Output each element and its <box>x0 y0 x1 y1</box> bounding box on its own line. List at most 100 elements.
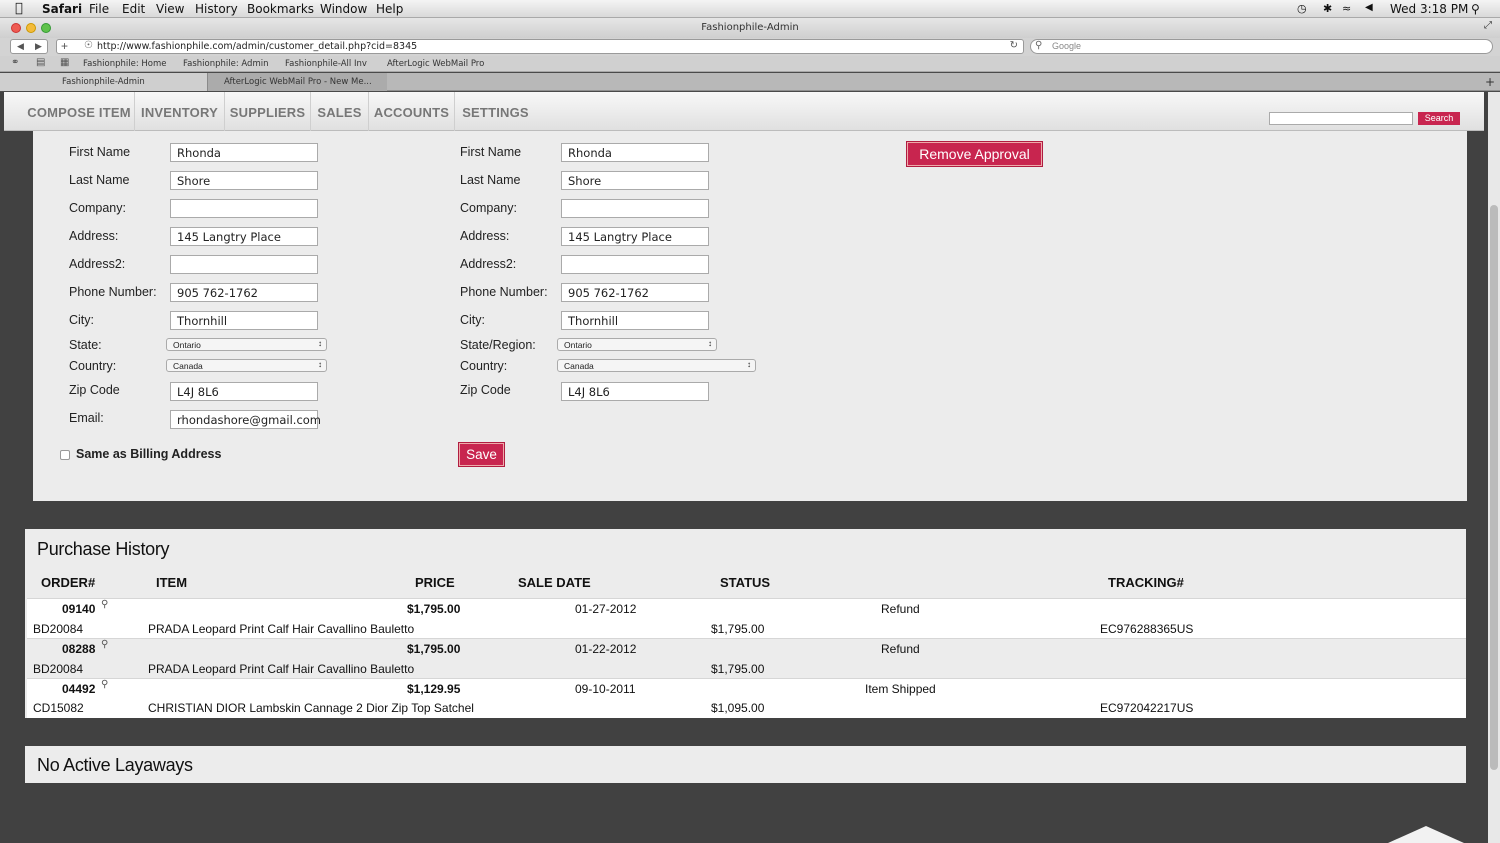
menubar-clock[interactable]: Wed 3:18 PM <box>1390 2 1468 16</box>
billing-address2-input[interactable] <box>170 255 318 274</box>
globe-icon: ☉ <box>84 40 93 51</box>
scroll-top-arrow-icon[interactable] <box>1388 826 1464 843</box>
shipping-last-name-input[interactable]: Shore <box>561 171 709 190</box>
menu-file[interactable]: File <box>89 2 109 16</box>
col-header-sale-date: SALE DATE <box>518 575 591 590</box>
menu-window[interactable]: Window <box>320 2 367 16</box>
shipping-phone-input[interactable]: 905 762-1762 <box>561 283 709 302</box>
billing-state-value: Ontario <box>173 340 201 350</box>
sale-date: 01-22-2012 <box>575 642 637 656</box>
item-name: PRADA Leopard Print Calf Hair Cavallino … <box>148 622 415 636</box>
back-icon[interactable]: ◀ <box>17 41 24 52</box>
shipping-country-select[interactable]: Canada ↕ <box>557 359 756 372</box>
remove-approval-button[interactable]: Remove Approval <box>907 142 1042 166</box>
shipping-city-input[interactable]: Thornhill <box>561 311 709 330</box>
order-number[interactable]: 09140 <box>62 602 95 616</box>
shipping-phone-label: Phone Number: <box>460 285 548 299</box>
nav-inventory[interactable]: INVENTORY <box>135 92 225 131</box>
menu-history[interactable]: History <box>195 2 238 16</box>
new-tab-icon[interactable]: + <box>1485 75 1495 89</box>
wifi-icon[interactable]: ≈ <box>1342 2 1351 15</box>
save-button[interactable]: Save <box>459 443 504 466</box>
shipping-address2-input[interactable] <box>561 255 709 274</box>
forward-icon[interactable]: ▶ <box>35 41 42 52</box>
order-price: $1,129.95 <box>407 682 461 696</box>
billing-company-input[interactable] <box>170 199 318 218</box>
reading-list-icon[interactable]: ⚭ <box>11 57 19 68</box>
tracking-number[interactable]: EC976288365US <box>1100 622 1193 636</box>
tab-fashionphile-admin[interactable]: Fashionphile-Admin <box>0 73 207 91</box>
fullscreen-icon[interactable]: ⤢ <box>1484 20 1492 31</box>
menu-view[interactable]: View <box>156 2 184 16</box>
select-arrows-icon: ↕ <box>747 360 751 369</box>
billing-city-label: City: <box>69 313 94 327</box>
url-text[interactable]: http://www.fashionphile.com/admin/custom… <box>97 41 417 52</box>
same-as-billing-checkbox[interactable] <box>60 450 70 460</box>
bookmarks-bar: ⚭ ▤ ▦ Fashionphile: Home Fashionphile: A… <box>0 56 1500 72</box>
item-amount: $1,795.00 <box>711 662 765 676</box>
billing-country-label: Country: <box>69 359 117 373</box>
order-number[interactable]: 08288 <box>62 642 95 656</box>
nav-compose-item[interactable]: COMPOSE ITEM <box>24 92 135 131</box>
select-arrows-icon: ↕ <box>708 339 712 348</box>
tab-afterlogic-webmail[interactable]: AfterLogic WebMail Pro - New Me... <box>207 73 387 91</box>
bookmark-item[interactable]: Fashionphile: Admin <box>183 59 268 69</box>
magnifier-icon[interactable]: ⚲ <box>101 679 108 690</box>
billing-state-select[interactable]: Ontario ↕ <box>166 338 327 351</box>
time-machine-icon[interactable]: ◷ <box>1297 2 1307 15</box>
order-number[interactable]: 04492 <box>62 682 95 696</box>
nav-sales[interactable]: SALES <box>311 92 369 131</box>
shipping-first-name-input[interactable]: Rhonda <box>561 143 709 162</box>
reload-icon[interactable]: ↻ <box>1010 40 1018 51</box>
nav-accounts[interactable]: ACCOUNTS <box>369 92 455 131</box>
admin-search-button[interactable]: Search <box>1418 112 1460 125</box>
magnifier-icon[interactable]: ⚲ <box>101 599 108 610</box>
bookmarks-book-icon[interactable]: ▤ <box>36 57 45 68</box>
tab-bar: Fashionphile-Admin AfterLogic WebMail Pr… <box>0 73 1500 91</box>
bookmark-item[interactable]: Fashionphile-All Inv <box>285 59 367 69</box>
billing-country-select[interactable]: Canada ↕ <box>166 359 327 372</box>
shipping-country-label: Country: <box>460 359 508 373</box>
nav-settings[interactable]: SETTINGS <box>455 92 536 131</box>
apple-icon[interactable]:  <box>15 1 23 16</box>
volume-icon[interactable]: ◀ <box>1365 2 1373 13</box>
billing-last-name-label: Last Name <box>69 173 130 187</box>
bookmark-item[interactable]: Fashionphile: Home <box>83 59 167 69</box>
billing-address-input[interactable]: 145 Langtry Place <box>170 227 318 246</box>
magnifier-icon[interactable]: ⚲ <box>101 639 108 650</box>
search-field[interactable]: ⚲ Google <box>1030 39 1493 54</box>
billing-address2-label: Address2: <box>69 257 126 271</box>
spotlight-icon[interactable]: ⚲ <box>1471 2 1480 16</box>
shipping-zip-input[interactable]: L4J 8L6 <box>561 382 709 401</box>
top-sites-icon[interactable]: ▦ <box>60 57 69 68</box>
bluetooth-icon[interactable]: ✱ <box>1323 2 1332 15</box>
shipping-company-input[interactable] <box>561 199 709 218</box>
tracking-number[interactable]: EC972042217US <box>1100 701 1193 715</box>
bookmark-item[interactable]: AfterLogic WebMail Pro <box>387 59 484 69</box>
item-sku: BD20084 <box>33 622 84 636</box>
col-header-order: ORDER# <box>41 575 96 590</box>
scrollbar-thumb[interactable] <box>1490 205 1498 770</box>
admin-search-input[interactable] <box>1269 112 1413 125</box>
layaways-title: No Active Layaways <box>37 755 193 775</box>
select-arrows-icon: ↕ <box>318 339 322 348</box>
billing-email-input[interactable]: rhondashore@gmail.com <box>170 410 321 429</box>
billing-last-name-input[interactable]: Shore <box>170 171 318 190</box>
window-titlebar: Fashionphile-Admin ⤢ <box>0 18 1500 38</box>
item-sku: BD20084 <box>33 662 84 676</box>
nav-suppliers[interactable]: SUPPLIERS <box>225 92 311 131</box>
billing-phone-input[interactable]: 905 762-1762 <box>170 283 318 302</box>
col-header-item: ITEM <box>156 575 188 590</box>
billing-zip-input[interactable]: L4J 8L6 <box>170 382 318 401</box>
add-bookmark-icon[interactable]: + <box>61 39 68 53</box>
menu-bookmarks[interactable]: Bookmarks <box>247 2 314 16</box>
shipping-state-select[interactable]: Ontario ↕ <box>557 338 717 351</box>
menu-app-safari[interactable]: Safari <box>42 2 82 16</box>
sale-date: 01-27-2012 <box>575 602 637 616</box>
menu-help[interactable]: Help <box>376 2 403 16</box>
billing-city-input[interactable]: Thornhill <box>170 311 318 330</box>
billing-first-name-input[interactable]: Rhonda <box>170 143 318 162</box>
shipping-address-input[interactable]: 145 Langtry Place <box>561 227 709 246</box>
address-bar[interactable]: + ☉ http://www.fashionphile.com/admin/cu… <box>56 39 1024 54</box>
menu-edit[interactable]: Edit <box>122 2 145 16</box>
